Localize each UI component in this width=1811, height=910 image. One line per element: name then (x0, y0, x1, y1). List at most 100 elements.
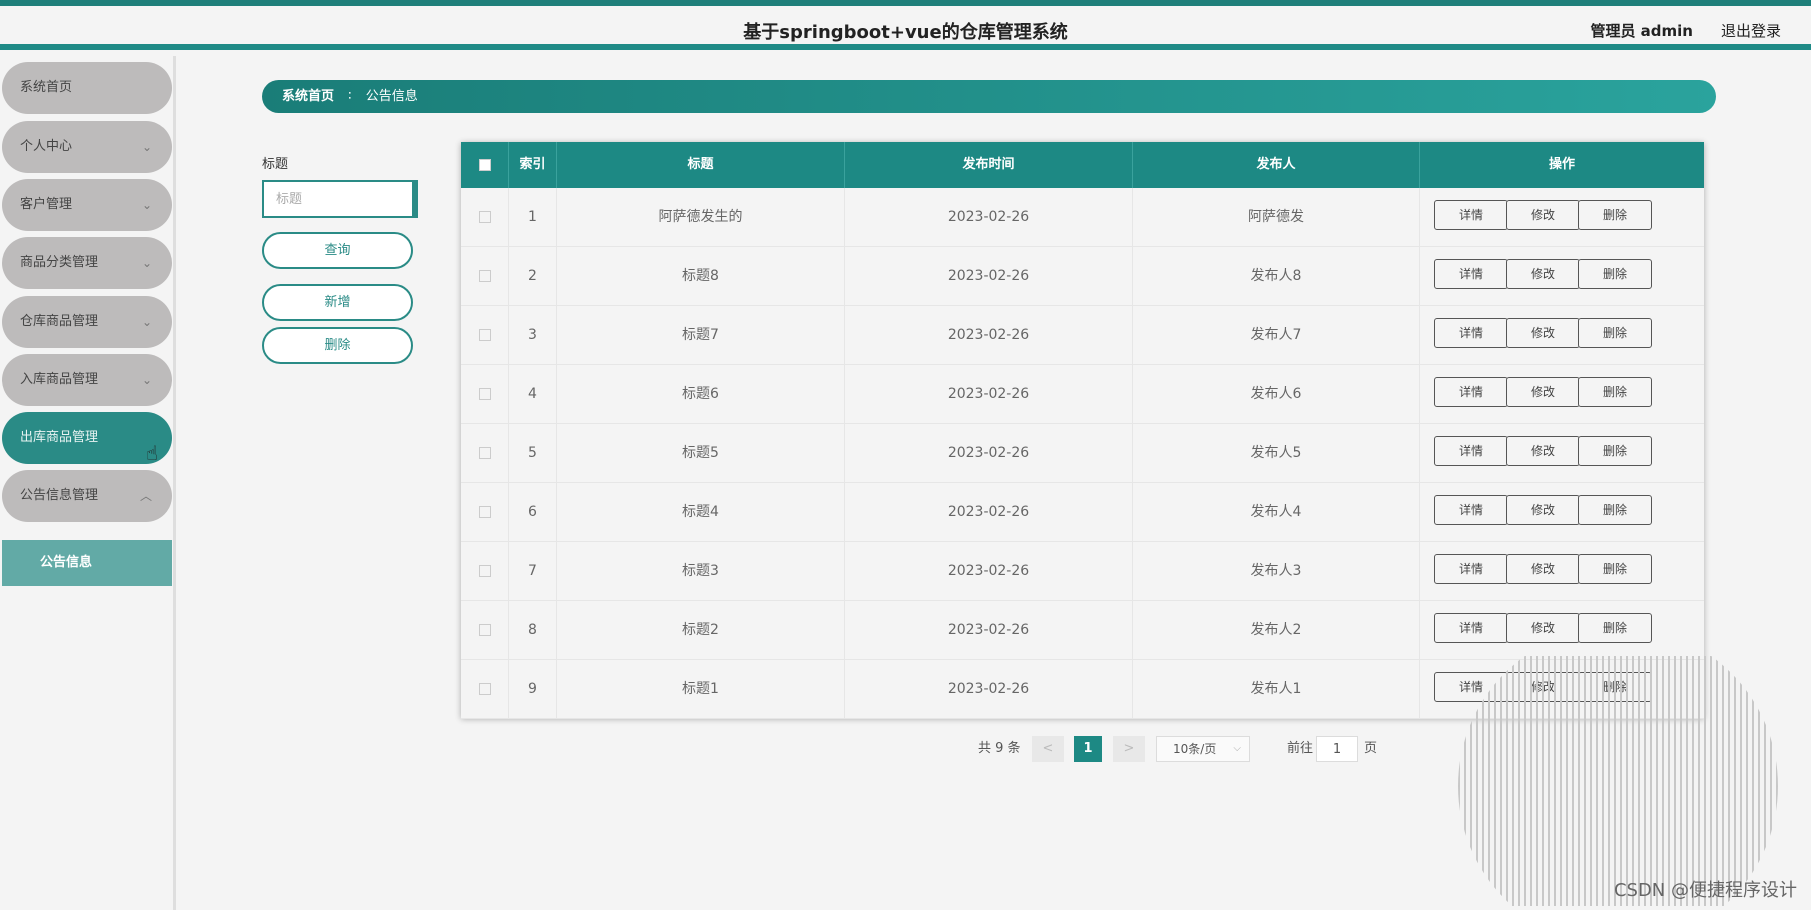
row-publisher: 发布人8 (1133, 247, 1420, 305)
query-button[interactable]: 查询 (262, 232, 413, 269)
row-select-cell (461, 660, 509, 718)
sidebar-subitem-notice-info[interactable]: 公告信息 (2, 540, 172, 586)
sidebar-item-warehouse-goods[interactable]: 仓库商品管理 ⌄ (2, 296, 172, 348)
column-header: 标题 (557, 142, 845, 188)
row-checkbox[interactable] (479, 447, 491, 459)
row-index: 2 (509, 247, 557, 305)
sidebar-item-notice[interactable]: 公告信息管理 ︿ (2, 470, 172, 522)
detail-button[interactable]: 详情 (1434, 495, 1508, 525)
row-title: 标题7 (557, 306, 845, 364)
sidebar-item-label: 系统首页 (20, 80, 73, 95)
row-title: 标题1 (557, 660, 845, 718)
current-user: 管理员 admin (1590, 22, 1693, 40)
delete-button[interactable]: 删除 (1578, 436, 1652, 466)
breadcrumb-home[interactable]: 系统首页 (282, 89, 334, 104)
delete-button[interactable]: 删除 (1578, 377, 1652, 407)
sidebar-item-personal-center[interactable]: 个人中心 ⌄ (2, 121, 172, 173)
detail-button[interactable]: 详情 (1434, 200, 1508, 230)
edit-button[interactable]: 修改 (1506, 554, 1580, 584)
search-title-input[interactable] (262, 180, 418, 218)
row-publisher: 发布人1 (1133, 660, 1420, 718)
page-size-select[interactable]: 10条/页 ⌵ (1156, 736, 1250, 762)
chevron-down-icon: ⌄ (141, 140, 152, 154)
row-checkbox[interactable] (479, 211, 491, 223)
chevron-down-icon: ⌵ (1233, 743, 1241, 754)
delete-button[interactable]: 删除 (1578, 318, 1652, 348)
row-checkbox[interactable] (479, 388, 491, 400)
edit-button[interactable]: 修改 (1506, 318, 1580, 348)
chevron-down-icon: ⌄ (141, 198, 152, 212)
sidebar-item-category[interactable]: 商品分类管理 ⌄ (2, 237, 172, 289)
detail-button[interactable]: 详情 (1434, 436, 1508, 466)
row-select-cell (461, 483, 509, 541)
row-date: 2023-02-26 (845, 601, 1133, 659)
sidebar-item-home[interactable]: 系统首页 (2, 62, 172, 114)
app-title: 基于springboot+vue的仓库管理系统 (743, 22, 1068, 43)
delete-button[interactable]: 删除 (1578, 554, 1652, 584)
row-checkbox[interactable] (479, 565, 491, 577)
edit-button[interactable]: 修改 (1506, 200, 1580, 230)
column-header: 发布时间 (845, 142, 1133, 188)
row-title: 标题8 (557, 247, 845, 305)
sidebar-item-inbound[interactable]: 入库商品管理 ⌄ (2, 354, 172, 406)
edit-button[interactable]: 修改 (1506, 495, 1580, 525)
detail-button[interactable]: 详情 (1434, 259, 1508, 289)
delete-button[interactable]: 删除 (1578, 259, 1652, 289)
breadcrumb-current: 公告信息 (365, 89, 418, 104)
delete-button[interactable]: 删除 (1578, 200, 1652, 230)
row-index: 5 (509, 424, 557, 482)
detail-button[interactable]: 详情 (1434, 377, 1508, 407)
row-select-cell (461, 542, 509, 600)
edit-button[interactable]: 修改 (1506, 613, 1580, 643)
table-row: 8 标题2 2023-02-26 发布人2 详情 修改 删除 (461, 601, 1704, 660)
column-header: 发布人 (1133, 142, 1420, 188)
row-actions: 详情修改删除 (1420, 306, 1704, 364)
detail-button[interactable]: 详情 (1434, 613, 1508, 643)
row-actions: 详情修改删除 (1420, 247, 1704, 305)
row-index: 1 (509, 188, 557, 246)
add-button[interactable]: 新增 (262, 284, 413, 321)
row-publisher: 发布人2 (1133, 601, 1420, 659)
row-checkbox[interactable] (479, 624, 491, 636)
sidebar-item-label: 商品分类管理 (20, 255, 99, 270)
pagination-current-page[interactable]: 1 (1074, 736, 1102, 762)
chevron-down-icon: ⌄ (141, 315, 152, 329)
delete-button[interactable]: 删除 (1578, 495, 1652, 525)
table-header: 索引 标题 发布时间 发布人 操作 (461, 142, 1704, 188)
delete-button[interactable]: 删除 (1578, 613, 1652, 643)
row-index: 3 (509, 306, 557, 364)
edit-button[interactable]: 修改 (1506, 377, 1580, 407)
batch-delete-button[interactable]: 删除 (262, 327, 413, 364)
table-row: 1 阿萨德发生的 2023-02-26 阿萨德发 详情 修改 删除 (461, 188, 1704, 247)
row-date: 2023-02-26 (845, 660, 1133, 718)
header-select-cell (461, 142, 509, 188)
select-all-checkbox[interactable] (479, 159, 491, 171)
sidebar-item-label: 仓库商品管理 (20, 314, 99, 329)
row-checkbox[interactable] (479, 270, 491, 282)
row-index: 9 (509, 660, 557, 718)
row-publisher: 阿萨德发 (1133, 188, 1420, 246)
row-index: 7 (509, 542, 557, 600)
pagination-goto-label: 前往 (1287, 741, 1314, 756)
logout-link[interactable]: 退出登录 (1721, 20, 1781, 41)
row-date: 2023-02-26 (845, 188, 1133, 246)
pagination-total: 共 9 条 (978, 741, 1021, 756)
pagination-goto-input[interactable] (1316, 736, 1358, 762)
row-checkbox[interactable] (479, 329, 491, 341)
row-select-cell (461, 188, 509, 246)
detail-button[interactable]: 详情 (1434, 318, 1508, 348)
pagination-prev-button[interactable]: < (1032, 736, 1064, 762)
app-header: 基于springboot+vue的仓库管理系统 管理员 admin 退出登录 (0, 6, 1811, 50)
row-checkbox[interactable] (479, 683, 491, 695)
row-title: 标题3 (557, 542, 845, 600)
chevron-down-icon: ⌄ (141, 373, 152, 387)
pagination-next-button[interactable]: > (1113, 736, 1145, 762)
edit-button[interactable]: 修改 (1506, 259, 1580, 289)
row-checkbox[interactable] (479, 506, 491, 518)
edit-button[interactable]: 修改 (1506, 436, 1580, 466)
sidebar-item-outbound[interactable]: 出库商品管理 ☝ (2, 412, 172, 465)
row-actions: 详情修改删除 (1420, 424, 1704, 482)
sidebar-item-customer[interactable]: 客户管理 ⌄ (2, 179, 172, 231)
sidebar: 系统首页 个人中心 ⌄ 客户管理 ⌄ 商品分类管理 ⌄ 仓库商品管理 ⌄ 入库商… (0, 56, 176, 910)
detail-button[interactable]: 详情 (1434, 554, 1508, 584)
